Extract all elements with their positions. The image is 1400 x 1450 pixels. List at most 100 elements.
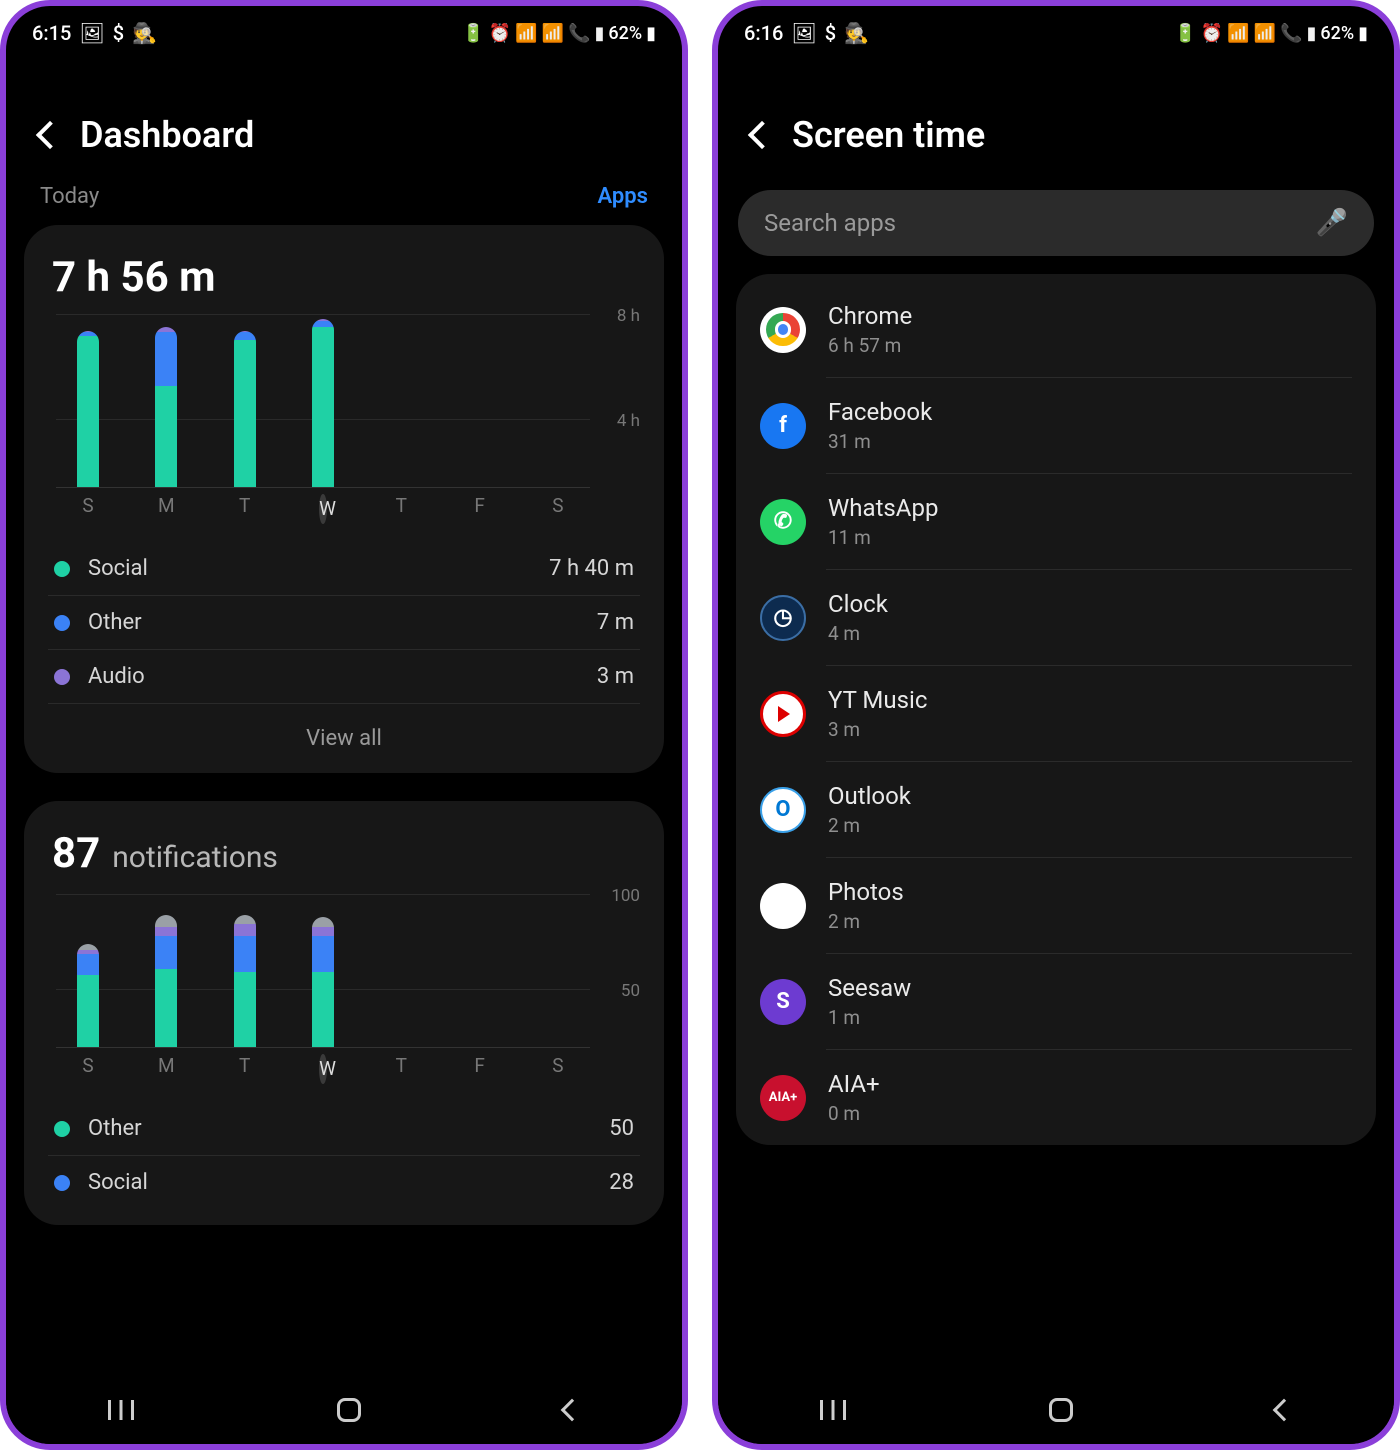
- back-icon[interactable]: [36, 121, 64, 149]
- legend-dot-icon: [54, 615, 70, 631]
- app-name: Chrome: [828, 302, 912, 330]
- battery-icon: ▮: [1358, 23, 1368, 44]
- battery-icon: ▮: [646, 23, 656, 44]
- status-time: 6:16: [744, 21, 783, 45]
- legend-dot-icon: [54, 1121, 70, 1137]
- app-time: 31 m: [828, 430, 932, 453]
- battery-saver-icon: 🔋: [462, 23, 484, 44]
- app-row[interactable]: AIA+ AIA+ 0 m: [736, 1050, 1376, 1145]
- search-placeholder: Search apps: [764, 209, 896, 237]
- legend-label: Social: [88, 556, 148, 581]
- app-name: Outlook: [828, 782, 911, 810]
- app-icon: [760, 307, 806, 353]
- app-icon: ◷: [760, 595, 806, 641]
- nav-back[interactable]: [1273, 1399, 1296, 1422]
- app-icon: S: [760, 979, 806, 1025]
- nav-home[interactable]: [1049, 1398, 1073, 1422]
- status-bar: 6:15 🖼 $ 🕵 🔋 ⏰ 📶 📶 📞 ▮ 62% ▮: [6, 6, 682, 54]
- nav-bar: [718, 1376, 1394, 1444]
- notif-label: notifications: [112, 840, 278, 875]
- screen-time-chart[interactable]: 8 h 4 h SMTWTFS: [48, 314, 640, 524]
- app-time: 1 m: [828, 1006, 911, 1029]
- app-row[interactable]: f Facebook 31 m: [736, 378, 1376, 473]
- screen-time-card: 7 h 56 m 8 h 4 h SMTWTFS Social7 h 40 mO…: [24, 225, 664, 773]
- signal2-icon: ▮: [594, 23, 604, 44]
- app-row[interactable]: ◷Clock4 m: [736, 570, 1376, 665]
- mic-icon[interactable]: 🎤: [1316, 208, 1348, 238]
- search-input[interactable]: Search apps 🎤: [738, 190, 1374, 256]
- app-icon: [760, 691, 806, 737]
- app-icon: ✦: [760, 883, 806, 929]
- apps-link[interactable]: Apps: [598, 184, 648, 209]
- legend-label: Other: [88, 1116, 142, 1141]
- notif-count: 87: [52, 829, 100, 878]
- back-icon[interactable]: [748, 121, 776, 149]
- view-all-button[interactable]: View all: [48, 703, 640, 773]
- volte-icon: 📞: [1280, 23, 1302, 44]
- app-name: AIA+: [828, 1070, 880, 1098]
- app-name: Seesaw: [828, 974, 911, 1002]
- dollar-icon: $: [113, 21, 124, 45]
- legend-label: Other: [88, 610, 142, 635]
- header: Dashboard: [6, 54, 682, 184]
- nav-bar: [6, 1376, 682, 1444]
- battery-saver-icon: 🔋: [1174, 23, 1196, 44]
- app-row[interactable]: ✦Photos2 m: [736, 858, 1376, 953]
- app-list: Chrome 6 h 57 m f Facebook 31 m ✆WhatsApp11 m…: [736, 274, 1376, 1145]
- dashboard-screen: 6:15 🖼 $ 🕵 🔋 ⏰ 📶 📶 📞 ▮ 62% ▮ Dashboard T…: [0, 0, 688, 1450]
- gallery-icon: 🖼: [79, 21, 104, 45]
- app-icon: f: [760, 403, 806, 449]
- legend-value: 7 h 40 m: [549, 556, 634, 581]
- incognito-icon: 🕵: [132, 21, 157, 45]
- legend-row: Social 7 h 40 m: [48, 542, 640, 595]
- app-time: 2 m: [828, 814, 911, 837]
- nav-recents[interactable]: [820, 1400, 846, 1420]
- alarm-icon: ⏰: [1201, 23, 1223, 44]
- notifications-chart[interactable]: 100 50 SMTWTFS: [48, 894, 640, 1084]
- legend-row: Social 28: [48, 1155, 640, 1209]
- signal-icon: 📶: [542, 23, 564, 44]
- legend-dot-icon: [54, 561, 70, 577]
- wifi-icon: 📶: [515, 23, 537, 44]
- legend-row: Audio3 m: [48, 649, 640, 703]
- app-row[interactable]: Chrome 6 h 57 m: [736, 282, 1376, 377]
- legend-value: 7 m: [597, 610, 634, 635]
- app-icon: AIA+: [760, 1075, 806, 1121]
- legend-label: Social: [88, 1170, 148, 1195]
- app-time: 3 m: [828, 718, 927, 741]
- app-row[interactable]: YT Music 3 m: [736, 666, 1376, 761]
- legend-dot-icon: [54, 1175, 70, 1191]
- incognito-icon: 🕵: [844, 21, 869, 45]
- wifi-icon: 📶: [1227, 23, 1249, 44]
- app-time: 4 m: [828, 622, 888, 645]
- app-row[interactable]: OOutlook2 m: [736, 762, 1376, 857]
- app-name: Photos: [828, 878, 904, 906]
- volte-icon: 📞: [568, 23, 590, 44]
- app-name: WhatsApp: [828, 494, 938, 522]
- axis-mid: 50: [621, 981, 640, 1001]
- nav-recents[interactable]: [108, 1400, 134, 1420]
- axis-mid: 4 h: [617, 411, 640, 431]
- notifications-card: 87 notifications 100 50 SMTWTFS Other 50 S…: [24, 801, 664, 1225]
- page-title: Screen time: [792, 114, 985, 156]
- app-time: 6 h 57 m: [828, 334, 912, 357]
- page-title: Dashboard: [80, 114, 254, 156]
- app-row[interactable]: ✆WhatsApp11 m: [736, 474, 1376, 569]
- axis-hi: 8 h: [617, 306, 640, 326]
- signal2-icon: ▮: [1306, 23, 1316, 44]
- legend-label: Audio: [88, 664, 145, 689]
- alarm-icon: ⏰: [489, 23, 511, 44]
- app-name: Facebook: [828, 398, 932, 426]
- battery-percent: 62%: [1320, 23, 1354, 44]
- signal-icon: 📶: [1254, 23, 1276, 44]
- app-row[interactable]: S Seesaw 1 m: [736, 954, 1376, 1049]
- nav-home[interactable]: [337, 1398, 361, 1422]
- app-name: YT Music: [828, 686, 927, 714]
- nav-back[interactable]: [561, 1399, 584, 1422]
- app-time: 0 m: [828, 1102, 880, 1125]
- period-label[interactable]: Today: [40, 184, 99, 209]
- status-time: 6:15: [32, 21, 71, 45]
- legend-dot-icon: [54, 669, 70, 685]
- axis-hi: 100: [611, 886, 640, 906]
- legend-value: 28: [609, 1170, 634, 1195]
